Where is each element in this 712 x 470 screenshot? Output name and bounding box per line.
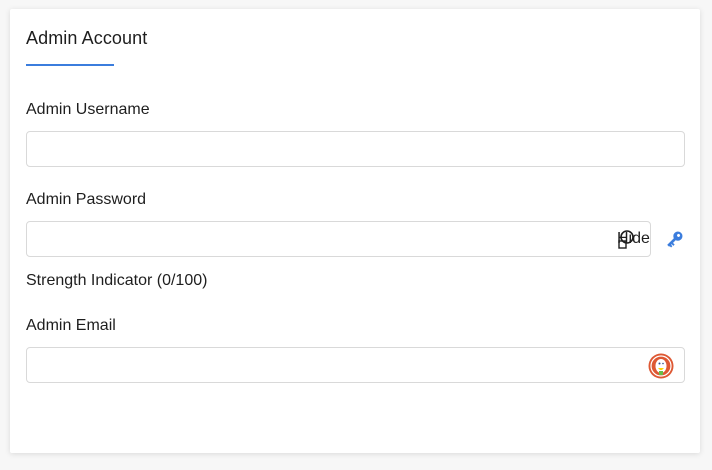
admin-username-label: Admin Username <box>26 101 150 118</box>
admin-username-input[interactable] <box>26 131 685 167</box>
password-reveal-icon <box>618 230 634 249</box>
section-title-underline <box>26 64 114 66</box>
admin-account-card: Admin Account Admin Username Admin Passw… <box>10 9 700 453</box>
admin-password-label: Admin Password <box>26 191 147 208</box>
section-title: Admin Account <box>26 28 148 48</box>
strength-indicator-label: Strength Indicator (0/100) <box>26 272 208 289</box>
password-visibility-toggle[interactable]: Hide <box>617 229 650 249</box>
admin-email-input[interactable] <box>26 347 685 383</box>
key-icon[interactable] <box>663 229 685 251</box>
admin-email-label: Admin Email <box>26 317 116 334</box>
admin-password-input[interactable] <box>26 221 651 257</box>
duckduckgo-icon[interactable] <box>648 353 674 379</box>
